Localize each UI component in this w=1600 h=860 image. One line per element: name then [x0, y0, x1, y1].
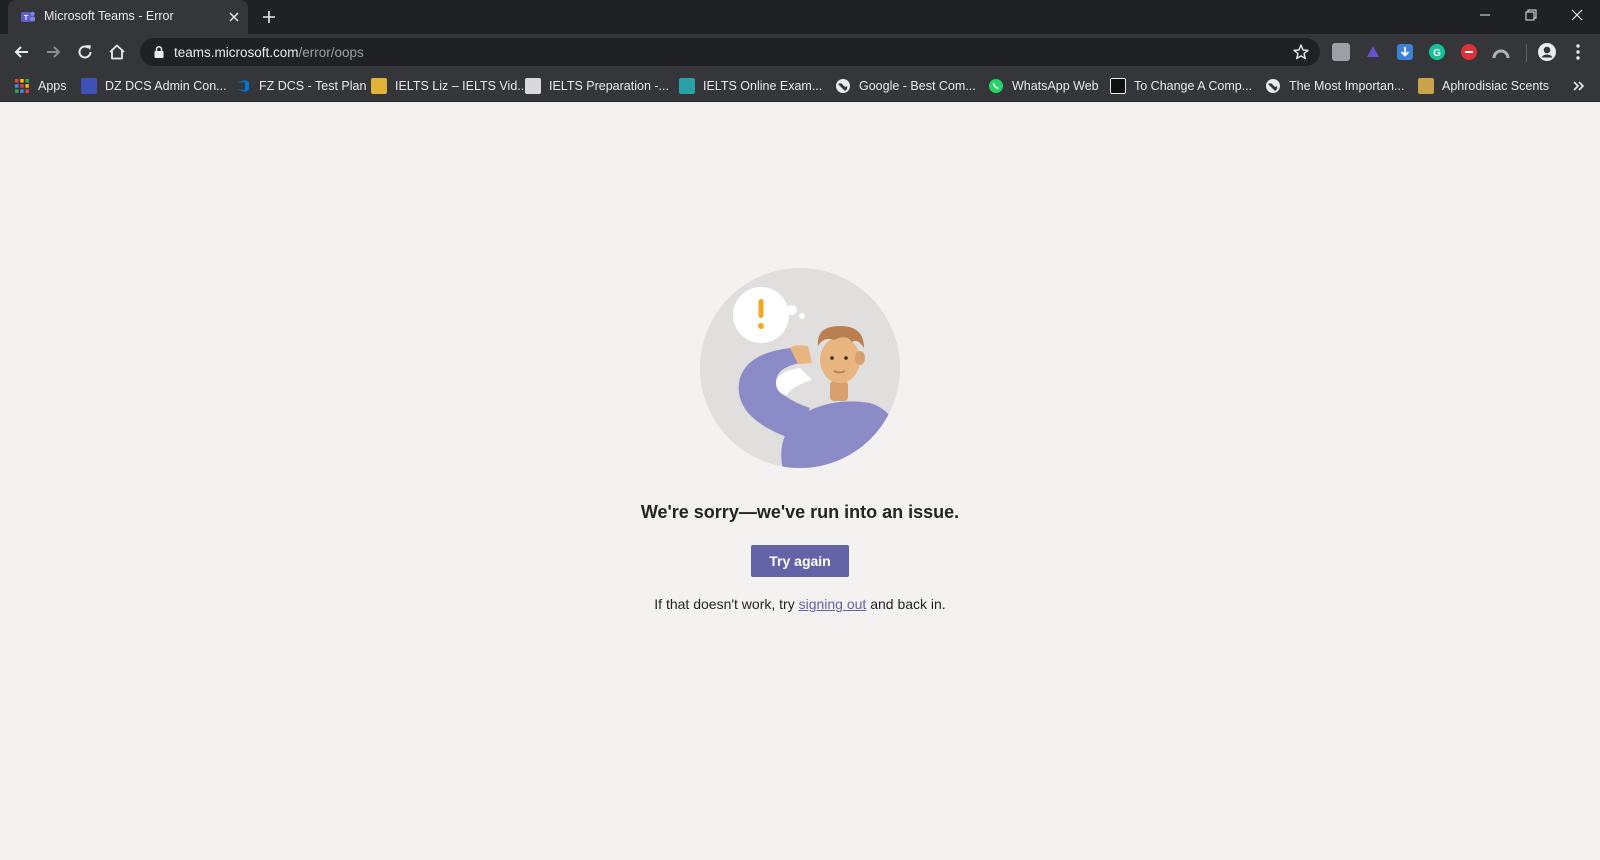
bookmark-label: IELTS Liz – IELTS Vid...	[395, 79, 528, 93]
bookmark-ielts-online-exam[interactable]: IELTS Online Exam...	[679, 77, 822, 95]
reload-icon	[78, 45, 92, 59]
chevron-double-right-icon[interactable]	[1570, 77, 1588, 95]
close-icon	[1571, 9, 1583, 21]
browser-tab-active[interactable]: T Microsoft Teams - Error	[8, 0, 248, 34]
url-text: teams.microsoft.com/error/oops	[174, 45, 364, 60]
helper-text-after: and back in.	[866, 596, 946, 612]
close-window-button[interactable]	[1554, 0, 1600, 30]
home-icon	[109, 44, 125, 60]
try-again-button[interactable]: Try again	[751, 545, 849, 577]
browser-toolbar: teams.microsoft.com/error/oops G	[0, 34, 1600, 70]
extension-icon[interactable]	[1364, 43, 1382, 61]
globe-icon	[836, 79, 850, 93]
restore-button[interactable]	[1508, 0, 1554, 30]
restore-icon	[1525, 9, 1537, 21]
lock-icon[interactable]	[152, 45, 166, 59]
address-bar[interactable]: teams.microsoft.com/error/oops	[140, 38, 1320, 66]
svg-text:G: G	[1433, 48, 1441, 59]
more-menu-icon[interactable]	[1568, 42, 1588, 62]
extension-icon[interactable]	[1460, 43, 1478, 61]
bookmark-apps[interactable]: Apps	[14, 77, 67, 95]
bookmark-label: The Most Importan...	[1289, 79, 1405, 93]
tab-strip: T Microsoft Teams - Error	[0, 0, 1600, 34]
error-headline: We're sorry—we've run into an issue.	[640, 502, 960, 522]
bookmark-label: To Change A Comp...	[1134, 79, 1253, 93]
bookmark-the-most-importan[interactable]: The Most Importan...	[1265, 77, 1404, 95]
whatsapp-icon	[989, 79, 1003, 93]
bookmark-label: DZ DCS Admin Con...	[105, 79, 227, 93]
url-path: /error/oops	[298, 45, 364, 60]
bookmark-label: FZ DCS - Test Plan	[259, 79, 367, 93]
profile-avatar-icon[interactable]	[1537, 42, 1557, 62]
apps-grid-icon	[15, 79, 29, 93]
bookmark-whatsapp-web[interactable]: WhatsApp Web	[988, 77, 1099, 95]
new-tab-icon[interactable]	[259, 7, 279, 27]
bookmark-label: IELTS Preparation -...	[549, 79, 669, 93]
helper-text-before: If that doesn't work, try	[654, 596, 799, 612]
bookmark-ielts-preparation[interactable]: IELTS Preparation -...	[525, 77, 669, 95]
bookmark-label: Apps	[38, 79, 67, 93]
bookmark-favicon	[525, 78, 541, 94]
bookmark-label: Google - Best Com...	[859, 79, 976, 93]
bookmark-dz-dcs-admin[interactable]: DZ DCS Admin Con...	[81, 77, 227, 95]
bookmark-favicon	[1110, 78, 1126, 94]
extension-icon[interactable]	[1492, 43, 1510, 61]
bookmark-google-best-com[interactable]: Google - Best Com...	[835, 77, 976, 95]
sign-out-link[interactable]: signing out	[799, 596, 867, 612]
toolbar-divider	[1526, 44, 1527, 62]
bookmark-favicon	[81, 78, 97, 94]
bookmark-label: Aphrodisiac Scents	[1442, 79, 1550, 93]
minimize-button[interactable]	[1462, 0, 1508, 30]
azure-devops-icon	[237, 80, 249, 92]
arrow-right-icon	[47, 46, 61, 58]
forward-button[interactable]	[41, 40, 65, 64]
close-tab-icon[interactable]	[226, 9, 242, 25]
bookmarks-bar: Apps DZ DCS Admin Con... FZ DCS - Test P…	[0, 70, 1600, 102]
bookmark-ielts-liz[interactable]: IELTS Liz – IELTS Vid...	[371, 77, 528, 95]
bookmark-to-change-a-comp[interactable]: To Change A Comp...	[1110, 77, 1252, 95]
svg-text:T: T	[24, 15, 29, 22]
globe-icon	[1266, 79, 1280, 93]
minimize-icon	[1480, 14, 1490, 16]
url-host: teams.microsoft.com	[174, 45, 299, 60]
bookmark-label: IELTS Online Exam...	[703, 79, 823, 93]
confused-person-illustration	[700, 268, 900, 468]
bookmark-favicon	[371, 78, 387, 94]
helper-text: If that doesn't work, try signing out an…	[0, 596, 1600, 612]
reload-button[interactable]	[73, 40, 97, 64]
bookmark-fz-dcs-test-plan[interactable]: FZ DCS - Test Plan	[235, 77, 366, 95]
arrow-left-icon	[14, 46, 28, 58]
back-button[interactable]	[10, 40, 34, 64]
bookmark-label: WhatsApp Web	[1012, 79, 1099, 93]
bookmark-aphrodisiac-scents[interactable]: Aphrodisiac Scents	[1418, 77, 1549, 95]
bookmark-star-icon[interactable]	[1292, 43, 1310, 61]
bookmark-favicon	[1418, 78, 1434, 94]
download-icon[interactable]	[1396, 43, 1414, 61]
teams-icon: T	[21, 11, 35, 22]
error-page: We're sorry—we've run into an issue. Try…	[0, 102, 1600, 860]
home-button[interactable]	[105, 40, 129, 64]
tab-title: Microsoft Teams - Error	[44, 9, 174, 23]
bookmark-favicon	[679, 78, 695, 94]
grammarly-icon[interactable]: G	[1428, 43, 1446, 61]
extension-icon[interactable]	[1332, 43, 1350, 61]
